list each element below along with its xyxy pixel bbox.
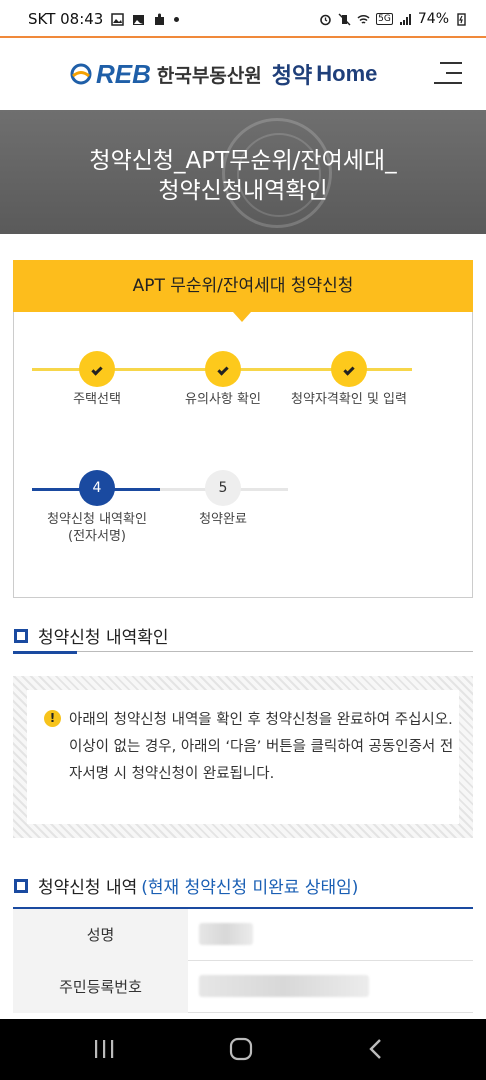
android-nav-bar: [0, 1019, 486, 1080]
section-header-review: 청약신청 내역확인: [14, 623, 169, 648]
section-title-details: 청약신청 내역: [38, 878, 138, 898]
step-1-label: 주택선택: [73, 392, 121, 407]
application-status-text: (현재 청약신청 미완료 상태임): [141, 878, 359, 898]
logo-reb-text: REB: [96, 58, 151, 89]
step-5-number: 5: [218, 480, 228, 496]
step-2-label: 유의사항 확인: [185, 392, 261, 407]
notice-box: ! 아래의 청약신청 내역을 확인 후 청약신청을 완료하여 주십시오. 이상이…: [13, 676, 473, 838]
table-value-resident-number-redacted: [199, 975, 369, 997]
square-bullet-icon: [14, 878, 28, 893]
image-icon: [133, 14, 145, 25]
hamburger-menu-button[interactable]: [434, 60, 466, 86]
page-title: 청약신청_APT무순위/잔여세대_ 청약신청내역확인: [0, 146, 486, 206]
step-3-done-icon: [331, 351, 367, 387]
step-card-title: APT 무순위/잔여세대 청약신청: [13, 260, 473, 322]
recent-apps-icon[interactable]: [92, 1038, 116, 1060]
table-row-resident-number: 주민등록번호: [13, 961, 473, 1013]
step-4-number: 4: [92, 480, 102, 496]
step-5-pending: 5: [205, 470, 241, 506]
section-header-details: 청약신청 내역 (현재 청약신청 미완료 상태임): [14, 873, 358, 898]
notice-text: 아래의 청약신청 내역을 확인 후 청약신청을 완료하여 주십시오. 이상이 없…: [69, 712, 454, 782]
section-title-review: 청약신청 내역확인: [38, 628, 169, 648]
table-row-name: 성명: [13, 909, 473, 961]
step-1-done-icon: [79, 351, 115, 387]
exclamation-icon: !: [44, 710, 61, 727]
puzzle-icon: [155, 13, 165, 25]
section-divider: [13, 651, 473, 652]
carrier-time: SKT 08:43: [28, 10, 104, 28]
menu-bar-icon: [446, 72, 462, 74]
step-2-done-icon: [205, 351, 241, 387]
gallery-icon: [111, 12, 125, 26]
page-banner: 청약신청_APT무순위/잔여세대_ 청약신청내역확인: [0, 110, 486, 234]
battery-percent: 74%: [417, 11, 449, 27]
table-label-resident-number: 주민등록번호: [13, 961, 188, 1013]
home-icon[interactable]: [229, 1037, 253, 1061]
logo-service-text: 청약: [271, 64, 313, 89]
square-bullet-icon: [14, 628, 28, 643]
menu-bar-icon: [434, 82, 462, 84]
site-header: REB 한국부동산원 청약 Home: [0, 38, 486, 110]
wifi-icon: [357, 14, 370, 24]
menu-bar-icon: [440, 62, 462, 64]
signal-icon: [399, 13, 411, 25]
logo-org-text: 한국부동산원: [156, 64, 262, 87]
page-title-line1: 청약신청_APT무순위/잔여세대_: [89, 148, 397, 174]
notification-dot-icon: [174, 16, 180, 22]
alarm-icon: [320, 14, 331, 25]
step-5-label: 청약완료: [199, 512, 247, 527]
network-type: 5G: [376, 13, 393, 25]
page-title-line2: 청약신청내역확인: [158, 178, 328, 204]
step-progress-card: APT 무순위/잔여세대 청약신청 주택선택 유의사항 확인 청약자격확인 및 …: [13, 260, 473, 598]
vibrate-mute-icon: [338, 13, 351, 25]
reb-logo-icon: [70, 63, 92, 85]
section-divider-accent: [13, 651, 77, 654]
step-4-current: 4: [79, 470, 115, 506]
step-4-label: 청약신청 내역확인 (전자서명): [47, 512, 147, 544]
table-value-name-redacted: [199, 923, 253, 945]
status-bar: SKT 08:43 5G 74%: [0, 0, 486, 38]
site-logo[interactable]: REB 한국부동산원 청약 Home: [70, 58, 377, 90]
back-icon[interactable]: [366, 1038, 386, 1060]
logo-home-text: Home: [316, 61, 378, 86]
table-label-name: 성명: [13, 909, 188, 961]
battery-charging-icon: [457, 12, 466, 26]
step-3-label: 청약자격확인 및 입력: [291, 392, 407, 407]
